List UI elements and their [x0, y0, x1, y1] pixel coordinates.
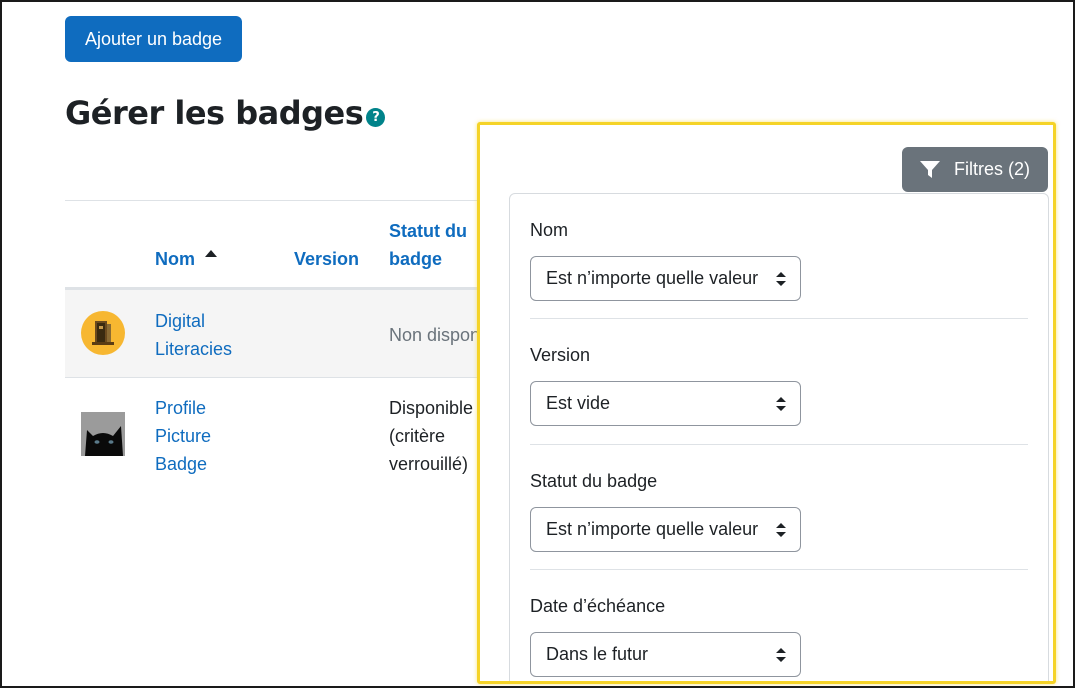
filter-label: Version — [530, 345, 591, 365]
funnel-icon — [920, 160, 940, 178]
filter-version-select[interactable]: Est vide — [530, 381, 801, 426]
book-badge-icon-graphic — [92, 321, 114, 345]
badge-link-digital-literacies[interactable]: Digital Literacies — [155, 307, 232, 363]
filter-name-select[interactable]: Est n’importe quelle valeur — [530, 256, 801, 301]
filter-label: Statut du badge — [530, 471, 658, 491]
filter-divider — [530, 569, 1028, 570]
filter-badge-status-select[interactable]: Est n’importe quelle valeur — [530, 507, 801, 552]
help-icon[interactable]: ? — [366, 107, 386, 127]
column-header-status[interactable]: Statut du badge — [389, 217, 467, 273]
column-header-status-line1: Statut du — [389, 221, 467, 241]
column-header-version[interactable]: Version — [294, 245, 359, 273]
select-arrows-icon — [776, 271, 786, 286]
add-badge-button[interactable]: Ajouter un badge — [65, 16, 242, 62]
filter-label: Date d’échéance — [530, 596, 666, 616]
filter-due-date-select[interactable]: Dans le futur — [530, 632, 801, 677]
select-value: Dans le futur — [546, 644, 649, 664]
book-badge-icon — [81, 311, 125, 355]
page-title-text: Gérer les badges — [65, 94, 364, 132]
badge-name-line: Digital — [155, 311, 206, 331]
filter-label: Nom — [530, 220, 569, 240]
badge-name-line: Badge — [155, 454, 208, 474]
black-cat-badge-icon — [81, 412, 125, 456]
badge-name-line: Literacies — [155, 339, 233, 359]
badge-name-line: Picture — [155, 426, 212, 446]
column-header-status-line2: badge — [389, 249, 443, 269]
badge-name-line: Profile — [155, 398, 207, 418]
page-frame: Ajouter un badge Gérer les badges ? Nom … — [0, 0, 1075, 688]
filters-panel: Nom Est n’importe quelle valeur Version … — [509, 193, 1049, 681]
badge-status: Disponible (critère verrouillé) — [389, 394, 473, 478]
filter-due-date: Date d’échéance Dans le futur — [530, 594, 1028, 677]
badge-status-line: Disponible — [389, 398, 474, 418]
select-value: Est n’importe quelle valeur — [546, 519, 759, 539]
table-row-border — [65, 377, 485, 378]
filters-button[interactable]: Filtres (2) — [902, 147, 1048, 192]
select-arrows-icon — [776, 522, 786, 537]
filter-divider — [530, 444, 1028, 445]
select-arrows-icon — [776, 647, 786, 662]
filter-badge-status: Statut du badge Est n’importe quelle val… — [530, 469, 1028, 552]
select-value: Est n’importe quelle valeur — [546, 268, 759, 288]
select-value: Est vide — [546, 393, 611, 413]
filter-version: Version Est vide — [530, 343, 1028, 426]
badge-status-line: verrouillé) — [389, 454, 469, 474]
badge-link-profile-picture-badge[interactable]: Profile Picture Badge — [155, 394, 211, 478]
filters-highlight-region: Filtres (2) Nom Est n’importe quelle val… — [477, 122, 1056, 684]
badge-status-line: (critère — [389, 426, 446, 446]
filter-divider — [530, 318, 1028, 319]
page-title: Gérer les badges ? — [65, 94, 386, 132]
column-header-name[interactable]: Nom — [155, 245, 217, 273]
select-arrows-icon — [776, 396, 786, 411]
filter-name: Nom Est n’importe quelle valeur — [530, 218, 1028, 301]
sort-ascending-icon — [205, 250, 217, 257]
filters-button-label: Filtres (2) — [954, 159, 1030, 179]
black-cat-badge-graphic — [81, 412, 125, 456]
column-header-name-label: Nom — [155, 249, 195, 269]
table-top-border — [65, 200, 485, 201]
